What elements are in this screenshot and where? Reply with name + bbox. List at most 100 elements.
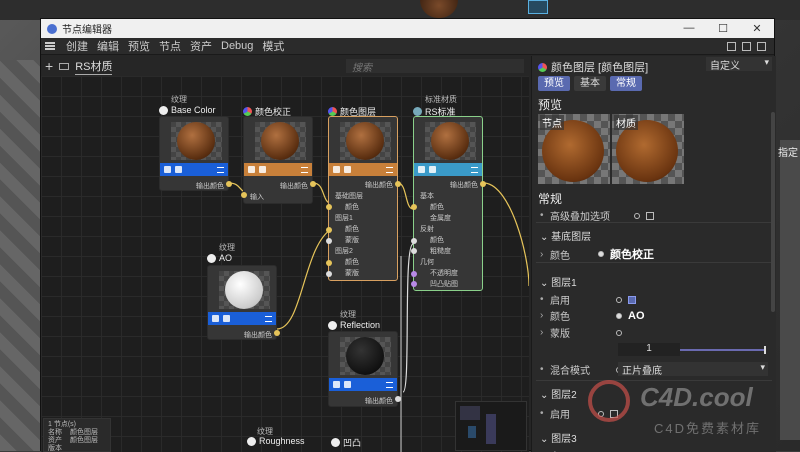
layer2-enable-checkbox[interactable] (610, 410, 618, 418)
port-dot[interactable] (326, 204, 332, 210)
minimap[interactable] (455, 401, 527, 451)
preview-material: 材质 (612, 114, 684, 184)
layer1-mask-row[interactable]: ›蒙版 (540, 325, 628, 340)
tab-general[interactable]: 常规 (610, 76, 642, 91)
menu-preview[interactable]: 预览 (128, 38, 150, 54)
menu-create[interactable]: 创建 (66, 38, 88, 54)
blend-mode-dropdown[interactable]: 正片叠底 (618, 362, 768, 376)
tab-basic[interactable]: 基本 (574, 76, 606, 91)
chevron-down-icon: ⌄ (540, 434, 551, 445)
group-base-layer[interactable]: ⌄ 基底图层 (540, 228, 591, 243)
mask-slider[interactable] (680, 349, 766, 351)
port-dot[interactable] (411, 204, 417, 210)
node-rs-standard[interactable]: 输出颜色 基本 颜色 金属度 反射 颜色 粗糙度 几何 不透明度 凹凸贴图 (413, 116, 483, 291)
menu-edit[interactable]: 编辑 (97, 38, 119, 54)
node-thumbnail (425, 122, 476, 160)
wire-ao-to-layer (277, 228, 333, 329)
wire-rs-out (485, 183, 529, 286)
node-title: Reflection (328, 320, 380, 330)
port-dot[interactable] (326, 238, 332, 244)
port-dot[interactable] (411, 281, 417, 287)
layout-icon[interactable] (727, 42, 736, 51)
node-base-color[interactable]: 输出颜色 (159, 116, 229, 191)
port-out: 输出颜色 (365, 396, 393, 406)
layer3-enable-row[interactable]: •启用 (540, 448, 618, 452)
section-general: 常规 (538, 190, 562, 207)
chevron-down-icon: ⌄ (540, 278, 551, 289)
port-in: 输入 (250, 192, 264, 202)
maximize-button[interactable]: ☐ (706, 22, 740, 35)
mode-dropdown[interactable]: 自定义 (706, 57, 772, 71)
minimize-button[interactable]: — (672, 22, 706, 35)
color-icon (243, 107, 252, 116)
node-title: Base Color (159, 105, 216, 115)
port-dot[interactable] (480, 181, 486, 187)
group-layer3[interactable]: ⌄ 图层3 (540, 430, 577, 445)
panel-icon[interactable] (742, 42, 751, 51)
menu-node[interactable]: 节点 (159, 38, 181, 54)
port-dot[interactable] (411, 238, 417, 244)
node-color-correct[interactable]: 输出颜色 输入 (243, 116, 313, 204)
group-layer1[interactable]: ⌄ 图层1 (540, 274, 577, 289)
port-out: 输出颜色 (450, 180, 478, 190)
mask-value-input[interactable]: 1 (618, 343, 680, 356)
node-bar (160, 163, 228, 176)
port-dot[interactable] (241, 192, 247, 198)
rs-icon (413, 107, 422, 116)
group-layer2[interactable]: ⌄ 图层2 (540, 386, 577, 401)
menu-debug[interactable]: Debug (221, 40, 253, 52)
node-title: 凹凸 (331, 436, 361, 449)
port-dot[interactable] (274, 330, 280, 336)
keyframe-dot[interactable] (598, 411, 604, 417)
layer1-enable-checkbox[interactable] (628, 296, 636, 304)
node-thumbnail (255, 122, 306, 160)
hamburger-icon[interactable] (45, 42, 55, 50)
menu-asset[interactable]: 资产 (190, 38, 212, 54)
node-ao[interactable]: 输出颜色 (207, 265, 277, 340)
side-label: 指定 (778, 144, 798, 159)
advanced-row[interactable]: •高级叠加选项 (540, 208, 654, 223)
port-dot[interactable] (395, 181, 401, 187)
keyframe-dot[interactable] (598, 251, 604, 257)
menu-bar: 创建 编辑 预览 节点 资产 Debug 模式 (41, 38, 774, 55)
port-dot[interactable] (310, 181, 316, 187)
port-out: 输出颜色 (196, 181, 224, 191)
advanced-checkbox[interactable] (646, 212, 654, 220)
node-canvas[interactable]: + RS材质 搜索 纹理 Base Color 输出颜色 颜色校正 (41, 56, 529, 452)
expand-icon[interactable] (757, 42, 766, 51)
node-editor-window: 节点编辑器 — ☐ ✕ 创建 编辑 预览 节点 资产 Debug 模式 + RS… (40, 18, 775, 451)
node-info-box: 1 节点(s) 名称颜色图层 资产颜色图层 版本 (43, 418, 111, 452)
window-title: 节点编辑器 (62, 21, 112, 36)
title-bar: 节点编辑器 — ☐ ✕ (41, 19, 774, 38)
port-out: 输出颜色 (365, 180, 393, 190)
close-button[interactable]: ✕ (740, 22, 774, 35)
texture-icon (328, 321, 337, 330)
panel-tabs: 预览 基本 常规 (538, 76, 642, 91)
background-toolbar (0, 0, 800, 20)
texture-icon (247, 437, 256, 446)
node-reflection[interactable]: 输出颜色 (328, 331, 398, 407)
layer1-enable-row[interactable]: •启用 (540, 292, 636, 307)
port-dot[interactable] (326, 271, 332, 277)
keyframe-dot[interactable] (616, 330, 622, 336)
keyframe-dot[interactable] (616, 313, 622, 319)
keyframe-dot[interactable] (616, 297, 622, 303)
texture-icon (159, 106, 168, 115)
keyframe-dot[interactable] (634, 213, 640, 219)
tab-preview[interactable]: 预览 (538, 76, 570, 91)
base-color-row[interactable]: ›颜色颜色校正 (540, 246, 654, 262)
port-dot[interactable] (226, 181, 232, 187)
layer2-enable-row[interactable]: •启用 (540, 406, 618, 421)
chevron-down-icon: ⌄ (540, 232, 551, 243)
port-dot[interactable] (395, 396, 401, 402)
panel-scrollbar[interactable] (771, 112, 775, 312)
port-dot[interactable] (411, 248, 417, 254)
port-dot[interactable] (411, 271, 417, 277)
menu-mode[interactable]: 模式 (262, 38, 284, 54)
port-dot[interactable] (326, 260, 332, 266)
layer1-color-row[interactable]: ›颜色AO (540, 308, 645, 323)
panel-header: 颜色图层 [颜色图层] (538, 59, 648, 75)
port-dot[interactable] (326, 227, 332, 233)
node-thumbnail (340, 337, 391, 375)
node-color-layer[interactable]: 输出颜色 基础图层 颜色 图层1 颜色 蒙版 图层2 颜色 蒙版 (328, 116, 398, 281)
